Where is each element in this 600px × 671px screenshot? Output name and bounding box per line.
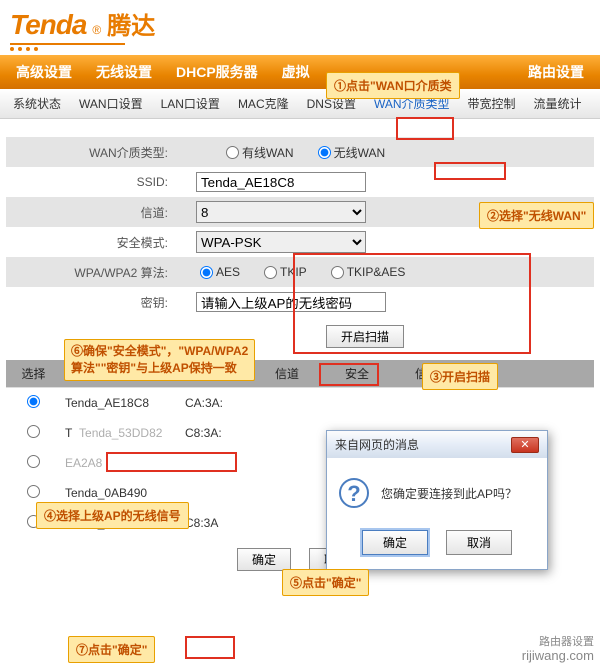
col-channel: 信道 (271, 360, 341, 387)
watermark: 路由器设置 (539, 633, 594, 649)
channel-select[interactable]: 8 (196, 201, 366, 223)
radio-aes-input[interactable] (200, 266, 213, 279)
nav-main-item[interactable]: 虚拟 (270, 62, 322, 82)
callout-7: ⑦点击"确定" (68, 636, 155, 663)
secmode-select[interactable]: WPA-PSK (196, 231, 366, 253)
nav-sub-item[interactable]: 流量统计 (525, 95, 591, 112)
dialog-title: 来自网页的消息 (335, 436, 511, 453)
callout-1: ①点击"WAN口介质类 (326, 72, 460, 99)
dialog-message: 您确定要连接到此AP吗？ (381, 485, 517, 502)
row-ssid: SSID: (6, 167, 594, 197)
radio-wireless-wan[interactable]: 无线WAN (318, 144, 386, 161)
dialog-ok-button[interactable]: 确定 (362, 530, 428, 555)
nav-main-item[interactable]: 路由设置 (516, 62, 596, 82)
confirm-dialog: 来自网页的消息 ✕ ? 您确定要连接到此AP吗？ 确定 取消 (326, 430, 548, 570)
callout-3: ③开启扫描 (422, 363, 498, 390)
logo-bar: Tenda ® 腾达 (0, 0, 600, 55)
radio-tkipaes-input[interactable] (331, 266, 344, 279)
logo-underline (10, 43, 125, 45)
brand-reg: ® (92, 23, 101, 37)
dialog-titlebar: 来自网页的消息 ✕ (327, 431, 547, 458)
radio-tkip-input[interactable] (264, 266, 277, 279)
callout-5: ⑤点击"确定" (282, 569, 369, 596)
brand-cn: 腾达 (107, 6, 155, 41)
nav-sub-item[interactable]: LAN口设置 (152, 95, 229, 112)
callout-6: ⑥确保"安全模式"，"WPA/WPA2 算法""密钥"与上级AP保持一致 (64, 339, 255, 381)
radio-aes[interactable]: AES (200, 265, 240, 279)
nav-sub-item[interactable]: 带宽控制 (459, 95, 525, 112)
highlight-box (185, 636, 235, 659)
ap-ssid: T Tenda_53DD82 (61, 418, 181, 448)
nav-sub-item[interactable]: 系统状态 (4, 95, 70, 112)
callout-4: ④选择上级AP的无线信号 (36, 502, 189, 529)
ap-radio[interactable] (27, 485, 40, 498)
scan-button[interactable]: 开启扫描 (326, 325, 404, 348)
key-input[interactable] (196, 292, 386, 312)
table-row[interactable]: Tenda_AE18C8 CA:3A: (6, 388, 594, 418)
radio-wired-wan[interactable]: 有线WAN (226, 144, 294, 161)
label-key: 密钥: (6, 294, 196, 311)
nav-main-item[interactable]: 高级设置 (4, 62, 84, 82)
radio-wired-input[interactable] (226, 146, 239, 159)
nav-sub-item[interactable]: MAC克隆 (229, 95, 298, 112)
question-icon: ? (339, 478, 369, 508)
radio-tkipaes[interactable]: TKIP&AES (331, 265, 406, 279)
row-key: 密钥: (6, 287, 594, 317)
ap-mac: C8:3A (181, 508, 271, 538)
radio-tkip[interactable]: TKIP (264, 265, 307, 279)
radio-wireless-input[interactable] (318, 146, 331, 159)
callout-2: ②选择"无线WAN" (479, 202, 594, 229)
watermark: rijiwang.com (522, 648, 594, 663)
brand-en: Tenda (10, 9, 86, 41)
ssid-input[interactable] (196, 172, 366, 192)
ap-mac: C8:3A: (181, 418, 271, 448)
label-wpa-alg: WPA/WPA2 算法: (6, 264, 196, 281)
logo: Tenda ® 腾达 (10, 6, 590, 41)
close-icon[interactable]: ✕ (511, 437, 539, 453)
ap-radio[interactable] (27, 425, 40, 438)
label-secmode: 安全模式: (6, 234, 196, 251)
ap-radio[interactable] (27, 455, 40, 468)
ap-mac: CA:3A: (181, 388, 271, 418)
ap-ssid: EA2A8 (61, 448, 181, 478)
label-wan-media: WAN介质类型: (6, 144, 196, 161)
nav-sub: 系统状态 WAN口设置 LAN口设置 MAC克隆 DNS设置 WAN介质类型 带… (0, 89, 600, 119)
col-select: 选择 (6, 360, 61, 387)
nav-sub-item[interactable]: WAN口设置 (70, 95, 152, 112)
nav-main: 高级设置 无线设置 DHCP服务器 虚拟 路由设置 (0, 55, 600, 89)
nav-main-item[interactable]: DHCP服务器 (164, 62, 270, 82)
row-secmode: 安全模式: WPA-PSK (6, 227, 594, 257)
row-wan-media: WAN介质类型: 有线WAN 无线WAN (6, 137, 594, 167)
logo-dots (10, 47, 590, 51)
ok-button[interactable]: 确定 (237, 548, 291, 571)
dialog-cancel-button[interactable]: 取消 (446, 530, 512, 555)
label-channel: 信道: (6, 204, 196, 221)
ap-ssid: Tenda_AE18C8 (61, 388, 181, 418)
col-sec: 安全 (341, 360, 411, 387)
label-ssid: SSID: (6, 175, 196, 189)
row-wpa-alg: WPA/WPA2 算法: AES TKIP TKIP&AES (6, 257, 594, 287)
ap-radio[interactable] (27, 395, 40, 408)
nav-main-item[interactable]: 无线设置 (84, 62, 164, 82)
